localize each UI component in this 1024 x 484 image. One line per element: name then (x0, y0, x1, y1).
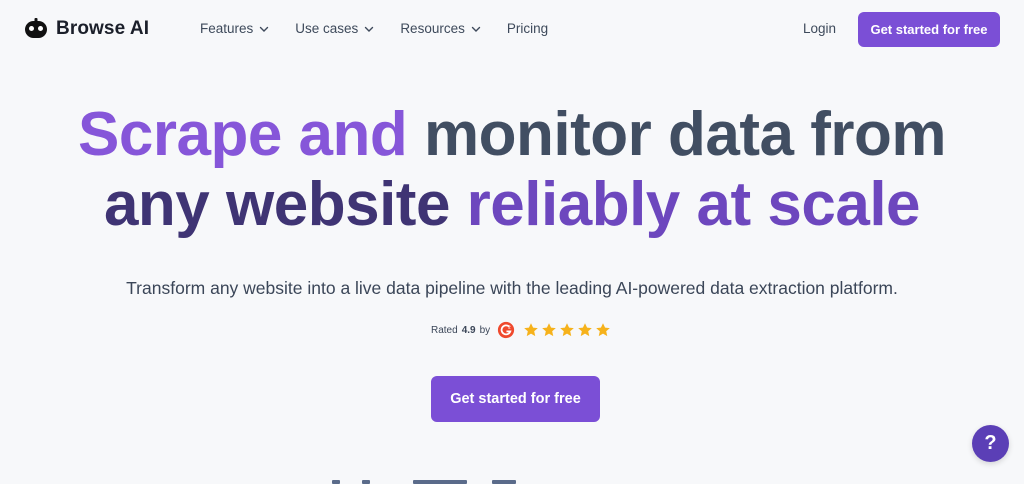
content-preview-edge (413, 480, 467, 484)
chevron-down-icon (260, 26, 269, 32)
content-preview-edge (332, 480, 340, 484)
nav-item-label: Resources (400, 21, 465, 36)
headline-text: Scrape and (78, 100, 408, 169)
headline-line-1: Scrape and monitor data from (0, 100, 1024, 170)
star-icon (524, 323, 538, 337)
brand-logo[interactable]: Browse AI (24, 17, 149, 41)
get-started-button-header[interactable]: Get started for free (858, 12, 1000, 47)
content-preview-edge (362, 480, 370, 484)
login-link[interactable]: Login (803, 21, 836, 36)
brand-name: Browse AI (56, 18, 150, 39)
rating-prefix: Rated (431, 324, 458, 336)
get-started-button-hero[interactable]: Get started for free (431, 376, 600, 422)
rating-stars (523, 322, 611, 338)
star-icon (560, 323, 574, 337)
nav-item-label: Features (200, 21, 254, 36)
robot-logo-icon (25, 18, 47, 38)
star-icon (596, 323, 610, 337)
rating-value: 4.9 (461, 324, 476, 336)
star-icon (578, 323, 592, 337)
rating-suffix: by (479, 324, 491, 336)
nav-item-pricing[interactable]: Pricing (507, 21, 548, 36)
top-navigation: Browse AI Features Use cases Resources P… (0, 0, 1024, 60)
chevron-down-icon (365, 26, 374, 32)
headline-line-2: any website reliably at scale (0, 170, 1024, 240)
hero-headline: Scrape and monitor data from any website… (0, 100, 1024, 240)
headline-text: reliably at scale (466, 170, 921, 239)
main-menu: Features Use cases Resources Pricing (200, 21, 548, 36)
nav-item-label: Pricing (506, 21, 549, 36)
content-preview-edge (492, 480, 516, 484)
chevron-down-icon (471, 26, 481, 32)
help-chat-button[interactable]: ? (972, 425, 1009, 462)
nav-item-use-cases[interactable]: Use cases (295, 21, 374, 36)
star-icon (542, 323, 556, 337)
headline-text: monitor data from (424, 100, 946, 169)
hero-subtitle: Transform any website into a live data p… (126, 278, 898, 298)
nav-item-resources[interactable]: Resources (400, 21, 481, 36)
nav-item-features[interactable]: Features (200, 21, 269, 36)
nav-item-label: Use cases (295, 21, 359, 36)
g2-logo-icon: 2 (498, 321, 515, 339)
headline-text: any website (103, 170, 450, 239)
rating-badge: Rated 4.9 by 2 (431, 321, 611, 339)
